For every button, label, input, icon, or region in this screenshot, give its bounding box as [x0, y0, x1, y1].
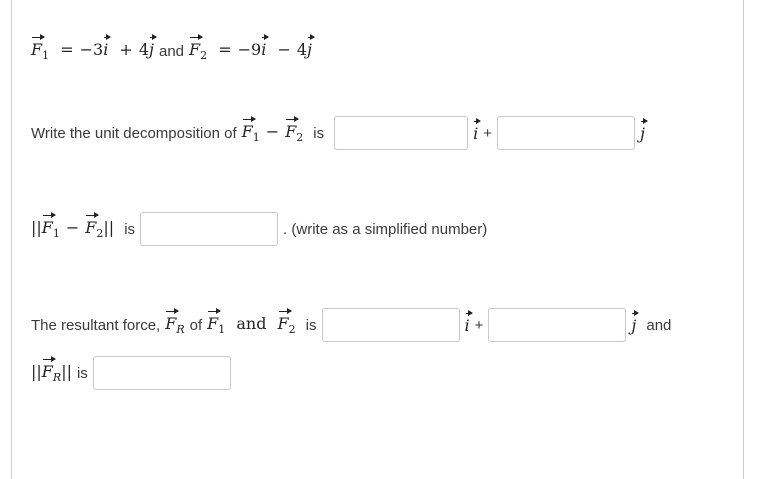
q3-prompt: The resultant force, — [31, 316, 161, 334]
q2-note: . (write as a simplified number) — [283, 220, 488, 238]
given-f1: F1 = −3i +4j — [31, 34, 157, 63]
j-unit-vector: j — [640, 117, 648, 143]
given-forces: F1 = −3i +4j and F2 = −9i −4j — [31, 34, 315, 63]
diff-i-component-input[interactable] — [334, 116, 469, 150]
q3-operands: F1 and F2 — [207, 307, 296, 337]
given-f2: F2 = −9i −4j — [189, 34, 315, 63]
q3-trailing-and: and — [646, 316, 672, 334]
resultant-symbol: FR — [165, 307, 185, 337]
diff-magnitude-input[interactable] — [140, 212, 279, 246]
given-and: and — [158, 42, 185, 60]
q2-is: is — [124, 220, 136, 238]
i-unit-vector: i — [464, 309, 473, 335]
q1-prompt: Write the unit decomposition of — [31, 124, 237, 142]
resultant-magnitude-input[interactable] — [92, 356, 231, 390]
q3-is: is — [305, 316, 317, 334]
magnitude-diff-row: ||F1− F2|| is . (write as a simplified nu… — [31, 210, 487, 248]
resultant-j-component-input[interactable] — [488, 308, 627, 342]
unit-decomposition-row: Write the unit decomposition of F1− F2 is… — [31, 114, 648, 152]
q1-is: is — [313, 124, 325, 142]
q3-plus: + — [474, 316, 484, 334]
resultant-row: The resultant force, FR of F1 and F2 is … — [31, 306, 671, 344]
resultant-i-component-input[interactable] — [321, 308, 460, 342]
q4-is: is — [76, 364, 88, 382]
q4-expression: ||FR|| — [31, 355, 72, 385]
diff-j-component-input[interactable] — [497, 116, 636, 150]
q3-of: of — [189, 316, 203, 334]
q1-plus: + — [483, 124, 493, 142]
i-unit-vector: i — [473, 117, 482, 143]
q1-expression: F1− F2 — [241, 115, 304, 145]
j-unit-vector: j — [631, 309, 640, 335]
q2-expression: ||F1− F2|| — [31, 211, 115, 241]
resultant-magnitude-row: ||FR|| is — [31, 354, 231, 392]
